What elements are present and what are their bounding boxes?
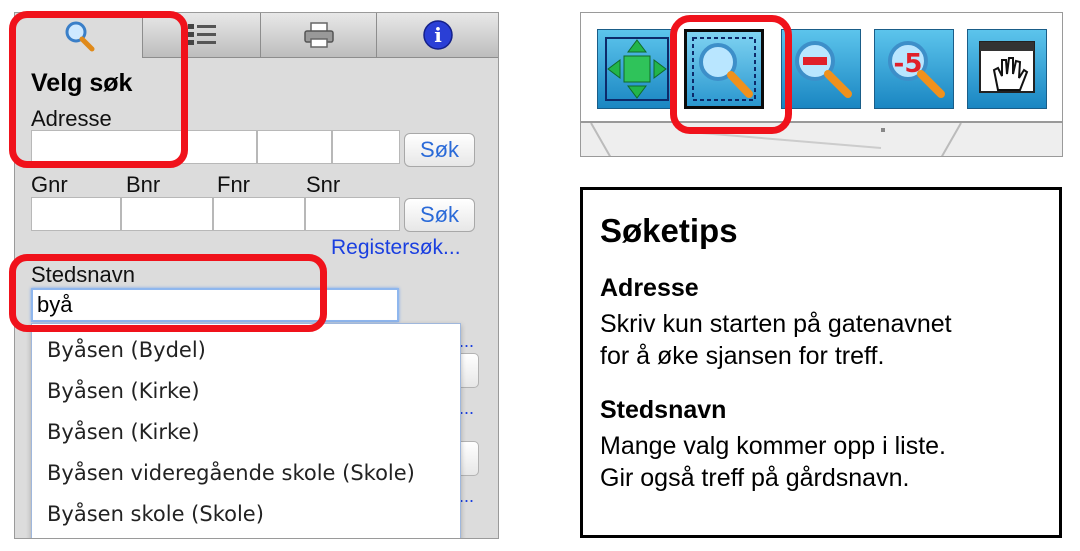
more-link[interactable]: ...	[459, 398, 474, 419]
tips-stedsnavn-heading: Stedsnavn	[600, 396, 727, 424]
tab-print[interactable]	[261, 13, 377, 58]
snr-field[interactable]	[305, 197, 400, 231]
adresse-letter-field[interactable]	[332, 130, 400, 164]
fnr-field[interactable]	[213, 197, 305, 231]
svg-text:i: i	[434, 23, 442, 47]
matrikkel-search-button[interactable]: Søk	[404, 198, 475, 232]
zoom-extent-icon	[605, 37, 669, 101]
map-toolbar: -5	[580, 12, 1063, 157]
map-preview[interactable]	[581, 121, 1062, 156]
tab-info[interactable]: i	[377, 13, 498, 58]
zoom-extent-button[interactable]	[597, 29, 677, 109]
more-link[interactable]: ...	[459, 486, 474, 507]
gnr-label: Gnr	[31, 172, 68, 197]
adresse-number-field[interactable]	[257, 130, 332, 164]
suggestion-item[interactable]: Byåsen videregående skole (Skole)	[47, 461, 415, 485]
highlight-box	[670, 15, 792, 134]
fnr-label: Fnr	[217, 172, 250, 197]
suggestion-item[interactable]: Byåsen skole (Skole)	[47, 502, 264, 526]
tips-stedsnavn-text: Mange valg kommer opp i liste.	[600, 432, 946, 460]
tips-title: Søketips	[600, 212, 738, 249]
highlight-box	[9, 254, 327, 332]
tips-stedsnavn-text: Gir også treff på gårdsnavn.	[600, 464, 910, 492]
zoom-previous-icon: -5	[888, 41, 945, 98]
tips-adresse-text: for å øke sjansen for treff.	[600, 342, 885, 370]
zoom-out-icon	[795, 41, 852, 98]
suggestion-item[interactable]: Byåsen (Kirke)	[47, 420, 200, 444]
printer-icon	[303, 22, 334, 48]
zoom-out-button[interactable]	[781, 29, 861, 109]
suggestion-item[interactable]: Byåsen (Kirke)	[47, 379, 200, 403]
tips-adresse-heading: Adresse	[600, 274, 699, 302]
zoom-previous-button[interactable]: -5	[874, 29, 954, 109]
pan-hand-icon	[979, 41, 1035, 93]
suggestion-item[interactable]: Byåsen (Bydel)	[47, 338, 206, 362]
more-link[interactable]: ...	[459, 331, 474, 352]
tips-adresse-text: Skriv kun starten på gatenavnet	[600, 310, 952, 338]
search-tips-box: Søketips Adresse Skriv kun starten på ga…	[580, 187, 1062, 538]
suggestion-dropdown: Byåsen (Bydel) Byåsen (Kirke) Byåsen (Ki…	[31, 323, 461, 538]
bnr-label: Bnr	[126, 172, 161, 197]
snr-label: Snr	[306, 172, 341, 197]
highlight-box	[9, 11, 188, 168]
pan-button[interactable]	[967, 29, 1047, 109]
bnr-field[interactable]	[121, 197, 213, 231]
gnr-field[interactable]	[31, 197, 121, 231]
adresse-search-button[interactable]: Søk	[404, 133, 475, 167]
info-icon: i	[422, 20, 453, 50]
registersok-link[interactable]: Registersøk...	[331, 236, 461, 260]
layers-list-icon	[187, 24, 216, 45]
